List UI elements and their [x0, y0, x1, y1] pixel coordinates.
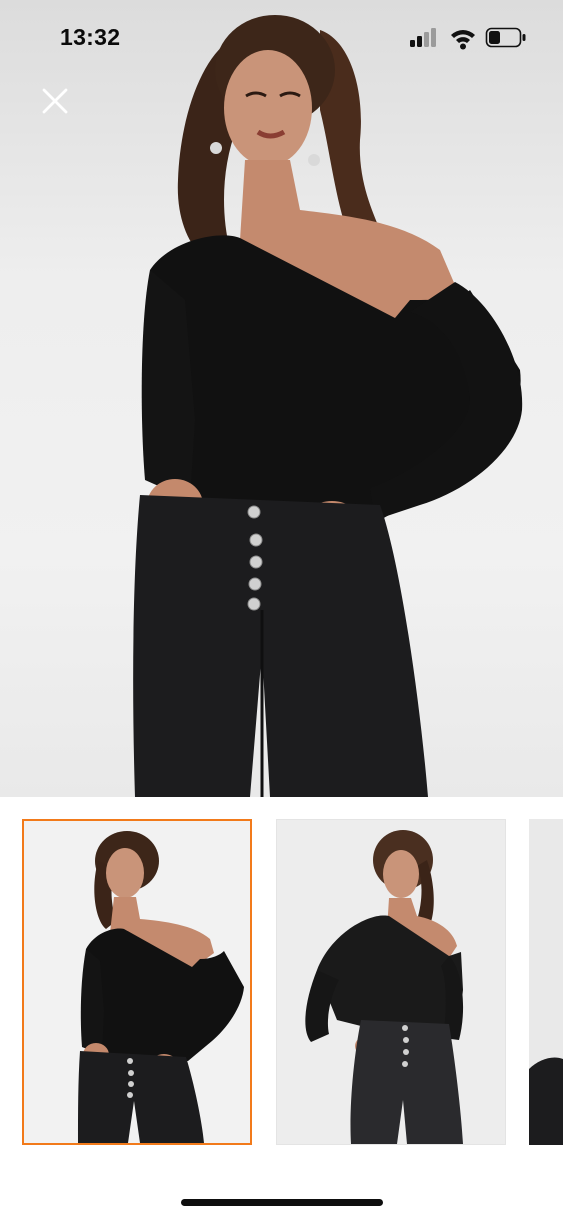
- thumbnail-3-image: [529, 1057, 563, 1145]
- status-bar: 13:32: [0, 0, 563, 78]
- model-photo: [133, 15, 523, 797]
- wifi-icon: [451, 30, 475, 50]
- product-main-image[interactable]: 13:32: [0, 0, 563, 797]
- thumbnail-2[interactable]: [276, 819, 506, 1145]
- thumbnail-3[interactable]: [529, 819, 563, 1145]
- status-time: 13:32: [60, 24, 121, 50]
- close-button[interactable]: [38, 84, 72, 118]
- home-indicator: [181, 1199, 383, 1206]
- status-icons: [410, 27, 526, 50]
- battery-icon: [485, 27, 526, 48]
- thumbnail-gallery[interactable]: [0, 818, 563, 1150]
- close-icon: [42, 88, 68, 114]
- thumbnail-1[interactable]: [22, 819, 252, 1145]
- thumbnail-1-image: [78, 831, 244, 1143]
- cellular-signal-icon: [410, 28, 436, 47]
- thumbnail-2-image: [305, 830, 464, 1144]
